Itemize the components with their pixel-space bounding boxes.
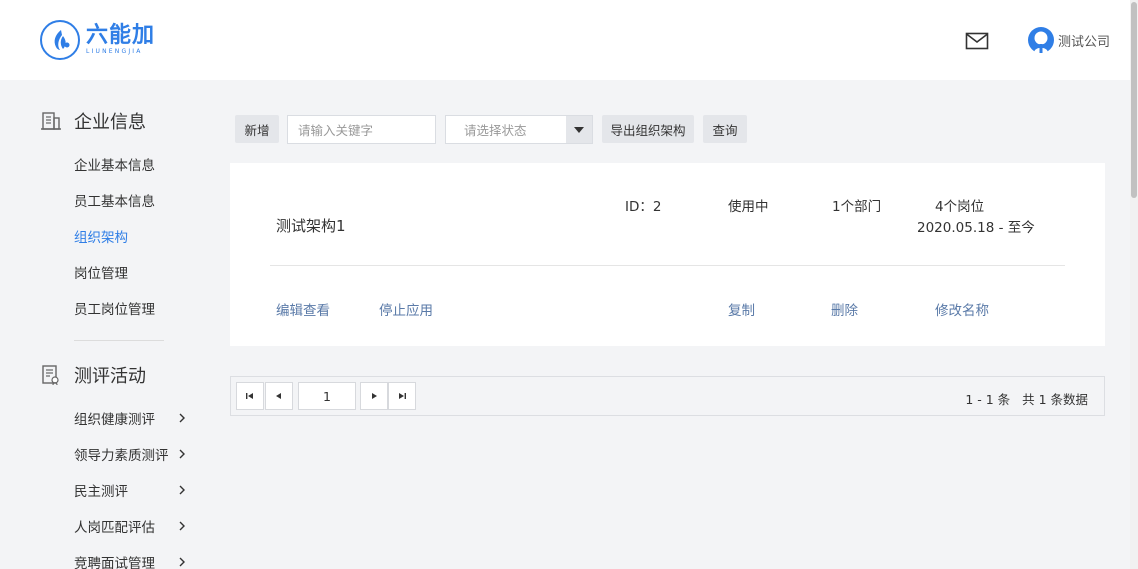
- query-button[interactable]: 查询: [703, 115, 747, 143]
- status-select-placeholder: 请选择状态: [464, 123, 527, 138]
- first-page-button[interactable]: [236, 382, 264, 410]
- logo-mark-icon: [40, 20, 80, 60]
- pagination: 1 1 - 1 条 共 1 条数据: [230, 376, 1105, 416]
- chevron-right-icon: [179, 413, 185, 423]
- pagination-info: 1 - 1 条 共 1 条数据: [965, 389, 1088, 408]
- sidebar-item-position-mgmt[interactable]: 岗位管理: [74, 262, 194, 282]
- add-button[interactable]: 新增: [235, 115, 279, 143]
- scrollbar-thumb[interactable]: [1131, 2, 1137, 198]
- chevron-right-icon: [179, 485, 185, 495]
- delete-link[interactable]: 删除: [831, 299, 858, 319]
- pagination-range: 1 - 1 条: [965, 392, 1011, 407]
- sidebar-item-label: 人岗匹配评估: [74, 520, 155, 536]
- status-select[interactable]: 请选择状态: [445, 115, 593, 144]
- logo[interactable]: 六能加 LIUNENGJIA: [40, 20, 155, 60]
- chevron-right-icon: [179, 521, 185, 531]
- status-badge: 使用中: [728, 199, 769, 215]
- sidebar-item-company-info[interactable]: 企业基本信息: [74, 154, 194, 174]
- sidebar-section-evaluation[interactable]: 测评活动: [40, 362, 146, 388]
- page-scrollbar[interactable]: [1130, 0, 1138, 569]
- user-avatar-icon: [1028, 27, 1054, 53]
- caret-down-icon[interactable]: [566, 116, 592, 143]
- user-menu[interactable]: 测试公司: [1028, 27, 1110, 53]
- first-page-icon: [246, 393, 253, 399]
- chevron-right-icon: [179, 557, 185, 567]
- mail-icon[interactable]: [965, 32, 989, 50]
- chevron-right-icon: [179, 449, 185, 459]
- logo-text: 六能加: [86, 23, 156, 48]
- next-page-icon: [372, 393, 377, 399]
- sidebar-item-label: 领导力素质测评: [74, 448, 169, 464]
- sidebar-item-org-health[interactable]: 组织健康测评: [74, 408, 194, 428]
- card-divider: [270, 265, 1065, 266]
- sidebar-item-leadership[interactable]: 领导力素质测评: [74, 444, 194, 464]
- sidebar-divider: [74, 340, 164, 341]
- sidebar-item-label: 组织健康测评: [74, 412, 155, 428]
- keyword-input[interactable]: 请输入关键字: [287, 115, 436, 144]
- export-button[interactable]: 导出组织架构: [602, 115, 694, 143]
- department-count: 1个部门: [832, 199, 882, 215]
- user-name: 测试公司: [1058, 34, 1111, 50]
- structure-id: ID：2: [625, 199, 662, 215]
- page-number-input[interactable]: 1: [298, 382, 356, 410]
- sidebar-item-interview[interactable]: 竞聘面试管理: [74, 552, 194, 569]
- sidebar-item-democratic[interactable]: 民主测评: [74, 480, 194, 500]
- org-structure-card: 测试架构1 ID：2 使用中 1个部门 4个岗位 2020.05.18 - 至今…: [230, 163, 1105, 346]
- logo-subtext: LIUNENGJIA: [86, 48, 143, 55]
- prev-page-button[interactable]: [265, 382, 293, 410]
- top-header: 六能加 LIUNENGJIA 测试公司: [0, 0, 1138, 80]
- sidebar-item-employee-info[interactable]: 员工基本信息: [74, 190, 194, 210]
- sidebar: 企业信息 企业基本信息 员工基本信息 组织架构 岗位管理 员工岗位管理 测评活动…: [0, 80, 200, 569]
- last-page-icon: [399, 393, 406, 399]
- edit-view-link[interactable]: 编辑查看: [276, 299, 330, 319]
- structure-name: 测试架构1: [276, 217, 346, 235]
- sidebar-section-title: 测评活动: [74, 366, 146, 387]
- sidebar-section-title: 企业信息: [74, 112, 146, 133]
- last-page-button[interactable]: [388, 382, 416, 410]
- sidebar-item-org-structure[interactable]: 组织架构: [74, 226, 194, 246]
- sidebar-item-label: 民主测评: [74, 484, 128, 500]
- sidebar-item-job-match[interactable]: 人岗匹配评估: [74, 516, 194, 536]
- prev-page-icon: [276, 393, 281, 399]
- sidebar-item-employee-position[interactable]: 员工岗位管理: [74, 298, 194, 318]
- sidebar-item-label: 竞聘面试管理: [74, 556, 155, 569]
- next-page-button[interactable]: [360, 382, 388, 410]
- effective-period: 2020.05.18 - 至今: [917, 220, 1035, 236]
- sidebar-section-company[interactable]: 企业信息: [40, 108, 146, 134]
- pagination-total: 共 1 条数据: [1022, 392, 1088, 407]
- stop-apply-link[interactable]: 停止应用: [379, 299, 433, 319]
- clipboard-icon: [40, 364, 62, 386]
- position-count: 4个岗位: [935, 199, 985, 215]
- building-icon: [40, 110, 62, 132]
- copy-link[interactable]: 复制: [728, 299, 755, 319]
- rename-link[interactable]: 修改名称: [935, 299, 989, 319]
